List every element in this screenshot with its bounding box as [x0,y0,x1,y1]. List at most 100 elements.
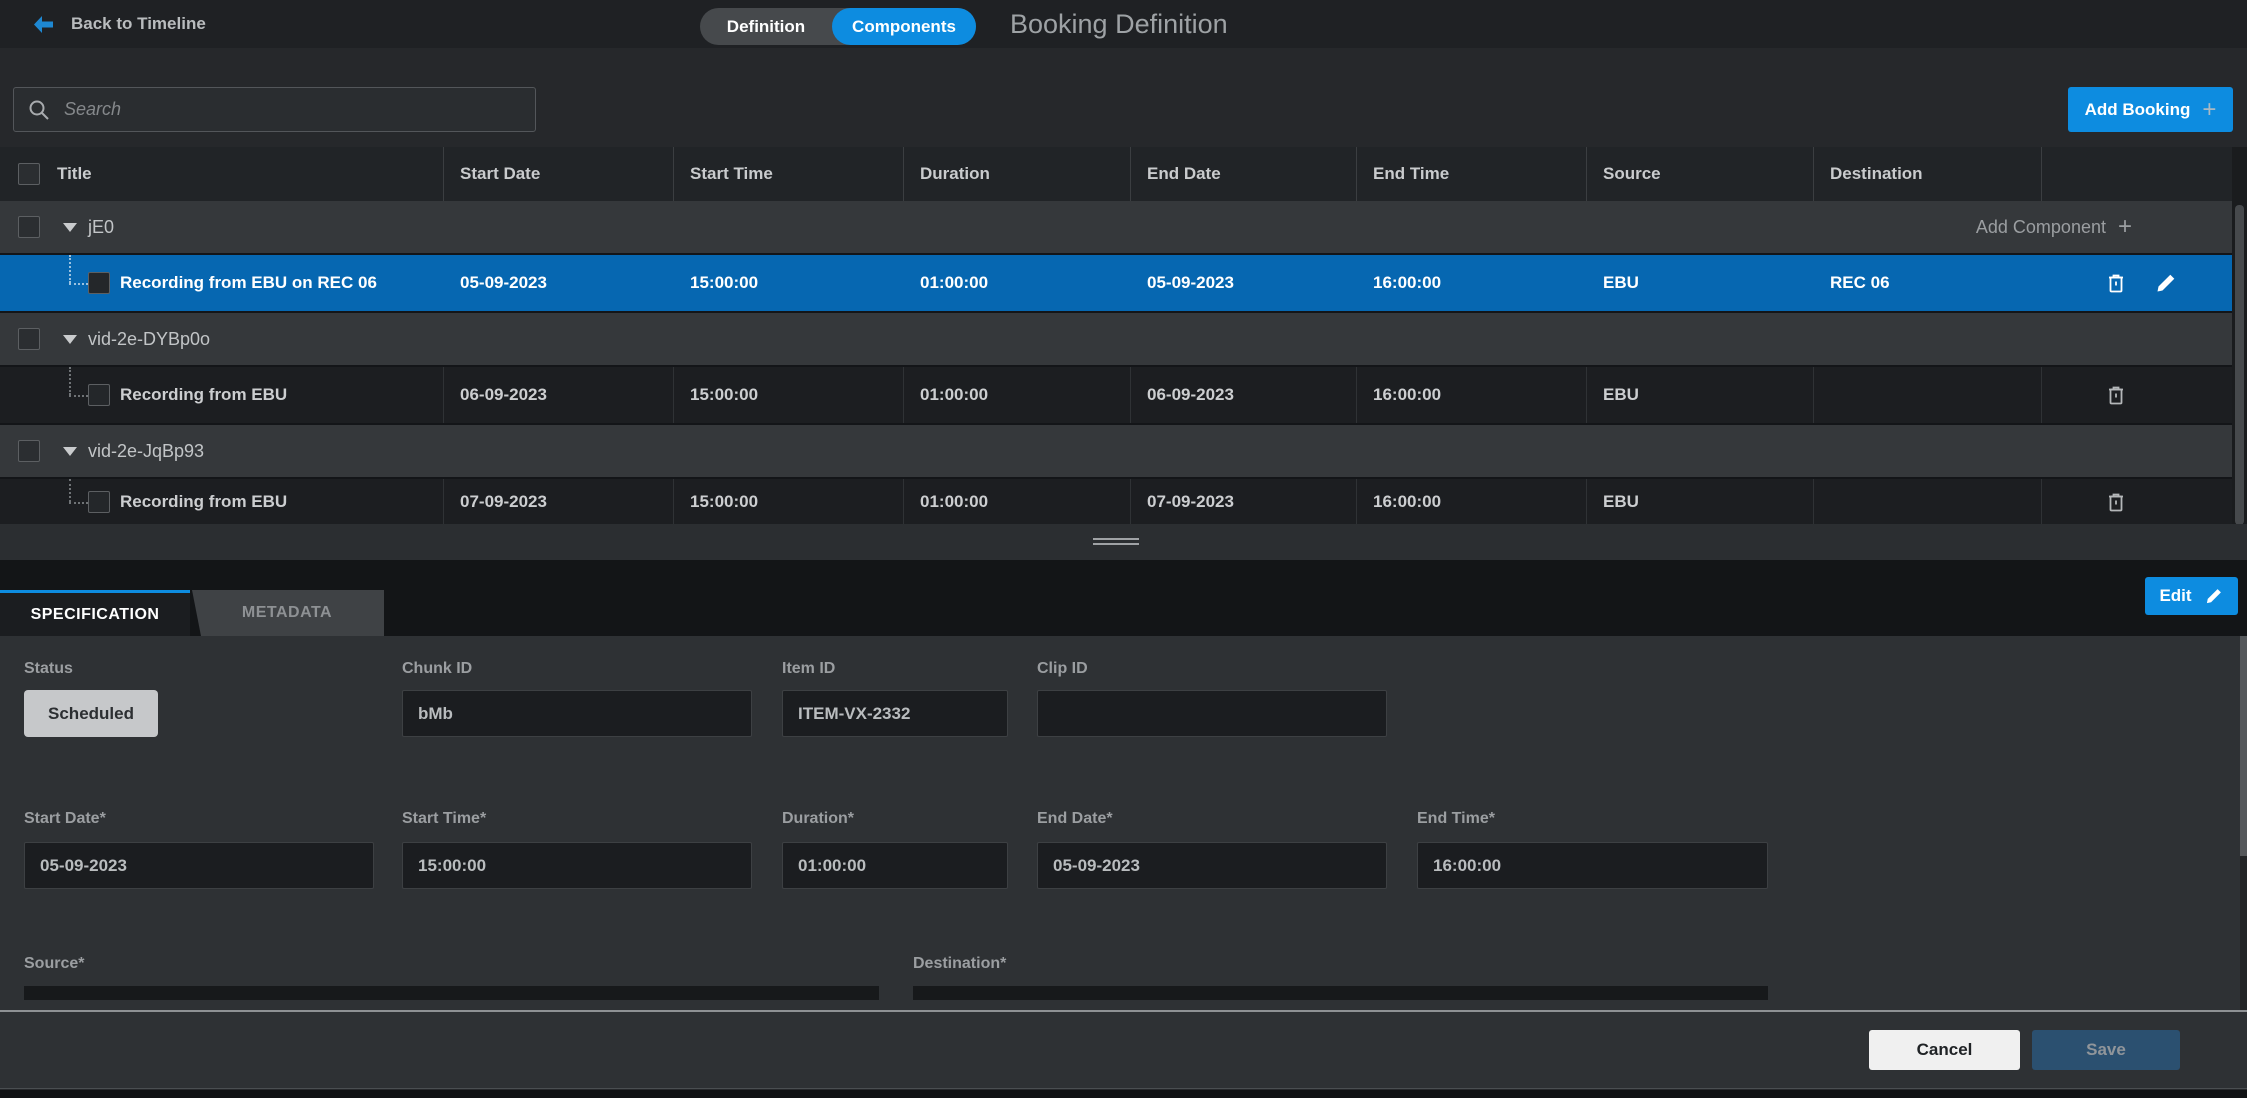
row-checkbox[interactable] [18,440,40,462]
destination-field[interactable] [913,986,1768,1000]
clip-id-label: Clip ID [1037,660,1088,678]
chunk-id-label: Chunk ID [402,660,472,678]
splitter-handle[interactable] [1093,538,1139,548]
status-label: Status [24,660,73,678]
caret-down-icon[interactable] [63,335,77,344]
cell-duration: 01:00:00 [903,255,1130,311]
edit-pencil-icon[interactable] [2154,271,2178,295]
end-time-label: End Time* [1417,810,1495,828]
duration-field[interactable]: 01:00:00 [782,842,1008,889]
tree-connector [69,479,71,502]
cell-start-date: 06-09-2023 [443,367,673,423]
bottom-edge [0,1090,2247,1098]
destination-label: Destination* [913,955,1006,973]
row-checkbox[interactable] [18,328,40,350]
source-field[interactable] [24,986,879,1000]
back-label: Back to Timeline [71,14,206,34]
tree-connector [69,395,88,397]
add-booking-button[interactable]: Add Booking + [2068,87,2233,132]
item-id-label: Item ID [782,660,835,678]
delete-icon[interactable] [2104,383,2128,407]
caret-down-icon[interactable] [63,447,77,456]
cancel-button[interactable]: Cancel [1869,1030,2020,1070]
table-row-component-selected[interactable]: Recording from EBU on REC 06 05-09-2023 … [0,255,2232,311]
cell-end-date: 06-09-2023 [1130,367,1356,423]
search-placeholder: Search [64,99,121,120]
start-time-label: Start Time* [402,810,486,828]
chunk-id-field[interactable]: bMb [402,690,752,737]
select-all-checkbox[interactable] [18,163,40,185]
cell-end-time: 16:00:00 [1356,255,1586,311]
delete-icon[interactable] [2104,271,2128,295]
column-end-date: End Date [1130,147,1356,201]
cell-start-time: 15:00:00 [673,367,903,423]
cell-start-time: 15:00:00 [673,255,903,311]
column-destination: Destination [1813,147,2041,201]
tree-connector [69,502,88,504]
cell-start-date: 07-09-2023 [443,479,673,524]
table-row-group-vid-2e-JqBp93[interactable]: vid-2e-JqBp93 [0,425,2232,477]
toggle-components[interactable]: Components [832,8,976,45]
definition-components-toggle: Definition Components [700,8,976,45]
end-date-label: End Date* [1037,810,1113,828]
cell-end-date: 07-09-2023 [1130,479,1356,524]
top-bar: Back to Timeline Definition Components B… [0,0,2247,48]
toolbar: Search Add Booking + [0,48,2247,147]
detail-tab-bar: SPECIFICATION METADATA Edit [0,560,2247,636]
save-button[interactable]: Save [2032,1030,2180,1070]
cell-destination [1813,479,2041,524]
column-start-time: Start Time [673,147,903,201]
cell-end-time: 16:00:00 [1356,367,1586,423]
start-date-field[interactable]: 05-09-2023 [24,842,374,889]
row-checkbox[interactable] [88,491,110,513]
plus-icon: + [2118,215,2132,239]
duration-label: Duration* [782,810,854,828]
end-date-field[interactable]: 05-09-2023 [1037,842,1387,889]
cell-start-time: 15:00:00 [673,479,903,524]
tree-connector [69,255,71,283]
end-time-field[interactable]: 16:00:00 [1417,842,1768,889]
table-row-group-vid-2e-DYBp0o[interactable]: vid-2e-DYBp0o [0,313,2232,365]
component-title: Recording from EBU [120,492,287,511]
row-checkbox[interactable] [18,216,40,238]
clip-id-field[interactable] [1037,690,1387,737]
table-scrollbar-thumb[interactable] [2235,205,2244,525]
item-id-field[interactable]: ITEM-VX-2332 [782,690,1008,737]
table-header: Title Start Date Start Time Duration End… [0,147,2232,201]
row-checkbox[interactable] [88,384,110,406]
cell-destination [1813,367,2041,423]
add-component-label: Add Component [1976,217,2106,238]
toggle-definition[interactable]: Definition [700,8,832,45]
table-row-group-jE0[interactable]: jE0 Add Component + [0,201,2232,253]
panel-scrollbar[interactable] [2240,636,2247,1010]
table-scrollbar[interactable] [2232,147,2247,524]
start-time-field[interactable]: 15:00:00 [402,842,752,889]
status-badge: Scheduled [24,690,158,737]
table-row-component[interactable]: Recording from EBU 06-09-2023 15:00:00 0… [0,367,2232,423]
column-actions [2041,147,2232,201]
search-input[interactable]: Search [13,87,536,132]
panel-scrollbar-thumb[interactable] [2240,636,2247,856]
group-label: vid-2e-JqBp93 [88,425,204,477]
tab-specification[interactable]: SPECIFICATION [0,590,190,636]
start-date-label: Start Date* [24,810,106,828]
back-arrow-icon [34,16,53,33]
add-component-button[interactable]: Add Component + [1976,201,2132,253]
cell-source: EBU [1586,255,1813,311]
source-label: Source* [24,955,84,973]
tab-metadata[interactable]: METADATA [190,590,384,636]
tree-connector [69,283,88,285]
column-end-time: End Time [1356,147,1586,201]
booking-definition-screen: Back to Timeline Definition Components B… [0,0,2247,1098]
component-title: Recording from EBU [120,385,287,404]
row-checkbox[interactable] [88,272,110,294]
caret-down-icon[interactable] [63,223,77,232]
edit-button[interactable]: Edit [2145,577,2238,615]
page-title: Booking Definition [1010,0,1228,48]
component-title: Recording from EBU on REC 06 [120,273,377,292]
table-row-component[interactable]: Recording from EBU 07-09-2023 15:00:00 0… [0,479,2232,524]
back-to-timeline-button[interactable]: Back to Timeline [34,0,206,48]
delete-icon[interactable] [2104,490,2128,514]
plus-icon: + [2202,98,2216,122]
cell-destination: REC 06 [1813,255,2041,311]
